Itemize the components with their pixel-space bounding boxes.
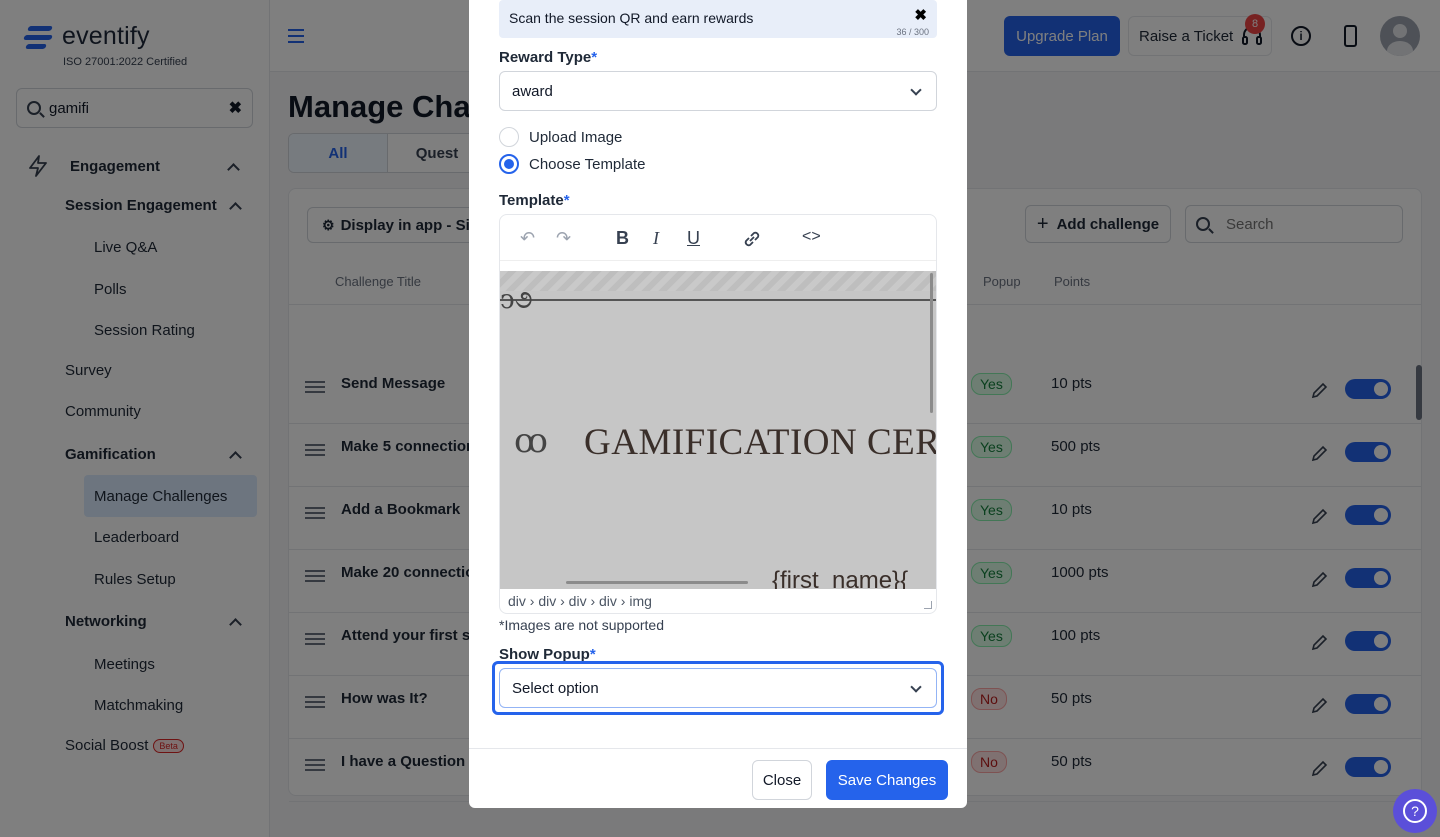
edit-challenge-modal: Scan the session QR and earn rewards ✖ 3… — [469, 0, 967, 808]
code-icon[interactable]: <> — [802, 228, 821, 246]
resize-handle-icon[interactable] — [924, 601, 932, 609]
upload-image-option[interactable]: Upload Image — [499, 127, 622, 147]
vertical-scrollbar[interactable] — [930, 273, 933, 413]
element-path: div › div › div › div › img — [508, 593, 652, 609]
bold-icon[interactable]: B — [616, 228, 629, 249]
flourish-icon: ↄ૭ — [500, 285, 533, 315]
horizontal-scrollbar[interactable] — [566, 581, 748, 584]
undo-icon[interactable]: ↶ — [520, 228, 535, 249]
certificate-title: GAMIFICATION CER — [584, 422, 936, 463]
flourish-icon: ꝏ — [514, 421, 548, 461]
upload-image-label: Upload Image — [529, 128, 623, 146]
choose-template-radio[interactable] — [499, 154, 519, 174]
description-value: Scan the session QR and earn rewards — [509, 10, 754, 26]
certificate-name-placeholder: {first_name}{ — [772, 567, 909, 589]
underline-icon[interactable]: U — [687, 228, 700, 249]
save-changes-button[interactable]: Save Changes — [826, 760, 948, 800]
choose-template-label: Choose Template — [529, 155, 646, 173]
chevron-down-icon — [910, 681, 922, 693]
certificate-preview[interactable]: ↄ૭ ꝏ GAMIFICATION CER {first_name}{ — [500, 271, 936, 589]
choose-template-option[interactable]: Choose Template — [499, 154, 645, 174]
help-button[interactable]: ? — [1393, 789, 1437, 833]
italic-icon[interactable]: I — [653, 228, 659, 249]
close-button[interactable]: Close — [752, 760, 812, 800]
show-popup-select[interactable]: Select option — [499, 668, 937, 708]
show-popup-value: Select option — [512, 679, 599, 697]
description-field[interactable]: Scan the session QR and earn rewards ✖ 3… — [499, 0, 937, 38]
clear-description-icon[interactable]: ✖ — [914, 6, 927, 24]
reward-type-select[interactable]: award — [499, 71, 937, 111]
template-editor[interactable]: ↶ ↷ B I U <> ↄ૭ ꝏ GAMIFICATION CER {firs… — [499, 214, 937, 614]
template-label: Template* — [499, 192, 570, 209]
editor-toolbar: ↶ ↷ B I U <> — [500, 215, 936, 261]
redo-icon[interactable]: ↷ — [556, 228, 571, 249]
help-icon: ? — [1403, 799, 1427, 823]
chevron-down-icon — [910, 84, 922, 96]
certificate-border-line — [500, 299, 936, 301]
character-counter: 36 / 300 — [896, 27, 929, 37]
upload-image-radio[interactable] — [499, 127, 519, 147]
reward-type-label: Reward Type* — [499, 49, 598, 66]
reward-type-value: award — [512, 82, 553, 100]
modal-footer-divider — [469, 748, 967, 749]
link-icon[interactable] — [742, 229, 762, 249]
images-not-supported-note: *Images are not supported — [499, 617, 664, 633]
